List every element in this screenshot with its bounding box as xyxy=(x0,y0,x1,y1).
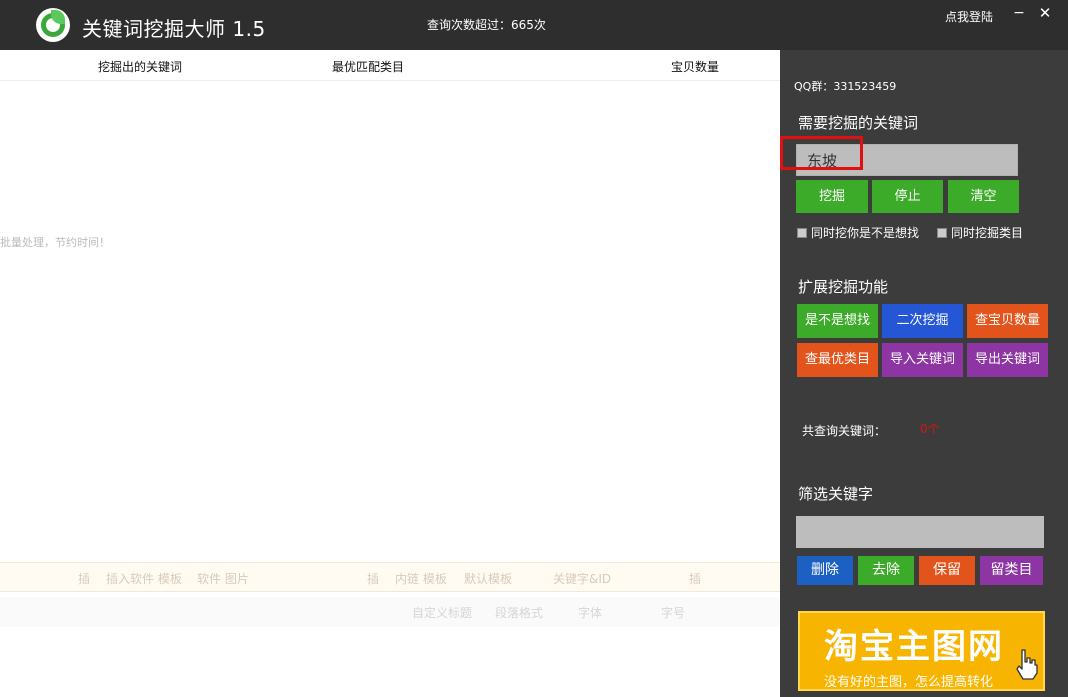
minimize-button[interactable]: − xyxy=(1010,3,1028,23)
background-format-bar: 自定义标题 段落格式 字体 字号 xyxy=(0,597,780,627)
background-note: 批量处理，节约时间！ xyxy=(0,236,110,249)
banner-subtitle: 没有好的主图，怎么提高转化 xyxy=(824,675,994,690)
total-value: 0个 xyxy=(920,422,940,436)
checkbox-category[interactable]: 同时挖掘类目 xyxy=(937,224,1023,241)
query-count-text: 查询次数超过：665次 xyxy=(427,18,546,32)
keep-category-button[interactable]: 留类目 xyxy=(980,556,1043,585)
banner-title: 淘宝主图网 xyxy=(824,627,1004,667)
bg-bar-item: 软件 图片 xyxy=(197,572,249,586)
guess-button[interactable]: 是不是想找 xyxy=(797,304,878,338)
best-category-button[interactable]: 查最优类目 xyxy=(797,343,878,377)
login-link[interactable]: 点我登陆 xyxy=(945,8,993,25)
checkbox-category-label: 同时挖掘类目 xyxy=(951,226,1024,240)
bg-bar-item: 插 xyxy=(367,572,380,586)
extend-section-title: 扩展挖掘功能 xyxy=(798,278,889,296)
bg-bar-item: 插 xyxy=(689,572,702,586)
column-header-category[interactable]: 最优匹配类目 xyxy=(332,58,404,75)
clear-button[interactable]: 清空 xyxy=(948,180,1019,213)
item-count-button[interactable]: 查宝贝数量 xyxy=(967,304,1048,338)
header-divider xyxy=(0,80,780,81)
bg-bar-item: 插入软件 模板 xyxy=(106,572,182,586)
second-mine-button[interactable]: 二次挖掘 xyxy=(882,304,963,338)
mine-button[interactable]: 挖掘 xyxy=(796,180,868,213)
qq-group-text: QQ群：331523459 xyxy=(794,80,897,93)
delete-button[interactable]: 删除 xyxy=(797,556,853,585)
bg-bar-item: 字号 xyxy=(661,606,686,620)
pointer-hand-icon xyxy=(1016,649,1038,680)
control-panel: QQ群：331523459 需要挖掘的关键词 挖掘 停止 清空 同时挖你是不是想… xyxy=(780,50,1068,697)
column-header-item-count[interactable]: 宝贝数量 xyxy=(671,58,719,75)
title-bar: 关键词挖掘大师 1.5 查询次数超过：665次 点我登陆 − ✕ xyxy=(0,0,1068,50)
ad-banner[interactable]: 淘宝主图网 没有好的主图，怎么提高转化 xyxy=(798,611,1045,691)
highlight-box xyxy=(780,136,863,170)
mine-section-title: 需要挖掘的关键词 xyxy=(798,114,919,132)
column-header-keywords[interactable]: 挖掘出的关键词 xyxy=(98,58,182,75)
filter-section-title: 筛选关键字 xyxy=(798,485,874,503)
remove-button[interactable]: 去除 xyxy=(858,556,914,585)
bg-bar-item: 内链 模板 xyxy=(395,572,447,586)
close-button[interactable]: ✕ xyxy=(1036,3,1054,23)
bg-bar-item: 关键字&ID xyxy=(553,572,612,586)
checkbox-icon[interactable] xyxy=(937,228,947,238)
background-editor-bar: 插 插入软件 模板 软件 图片 插 内链 模板 默认模板 关键字&ID 插 xyxy=(0,562,780,592)
import-keywords-button[interactable]: 导入关键词 xyxy=(882,343,963,377)
results-area[interactable]: 挖掘出的关键词 最优匹配类目 宝贝数量 批量处理，节约时间！ 插 插入软件 模板… xyxy=(0,50,780,697)
stop-button[interactable]: 停止 xyxy=(872,180,943,213)
total-label: 共查询关键词： xyxy=(802,424,887,438)
bg-bar-item: 段落格式 xyxy=(495,606,544,620)
bg-bar-item: 字体 xyxy=(578,606,603,620)
bg-bar-item: 插 xyxy=(78,572,91,586)
app-title: 关键词挖掘大师 1.5 xyxy=(82,17,266,41)
keep-button[interactable]: 保留 xyxy=(919,556,975,585)
export-keywords-button[interactable]: 导出关键词 xyxy=(967,343,1048,377)
app-logo-icon xyxy=(36,8,70,42)
checkbox-guess[interactable]: 同时挖你是不是想找 xyxy=(797,224,919,241)
bg-bar-item: 默认模板 xyxy=(464,572,513,586)
checkbox-guess-label: 同时挖你是不是想找 xyxy=(811,226,920,240)
checkbox-icon[interactable] xyxy=(797,228,807,238)
filter-input[interactable] xyxy=(796,516,1044,548)
bg-bar-item: 自定义标题 xyxy=(412,606,473,620)
